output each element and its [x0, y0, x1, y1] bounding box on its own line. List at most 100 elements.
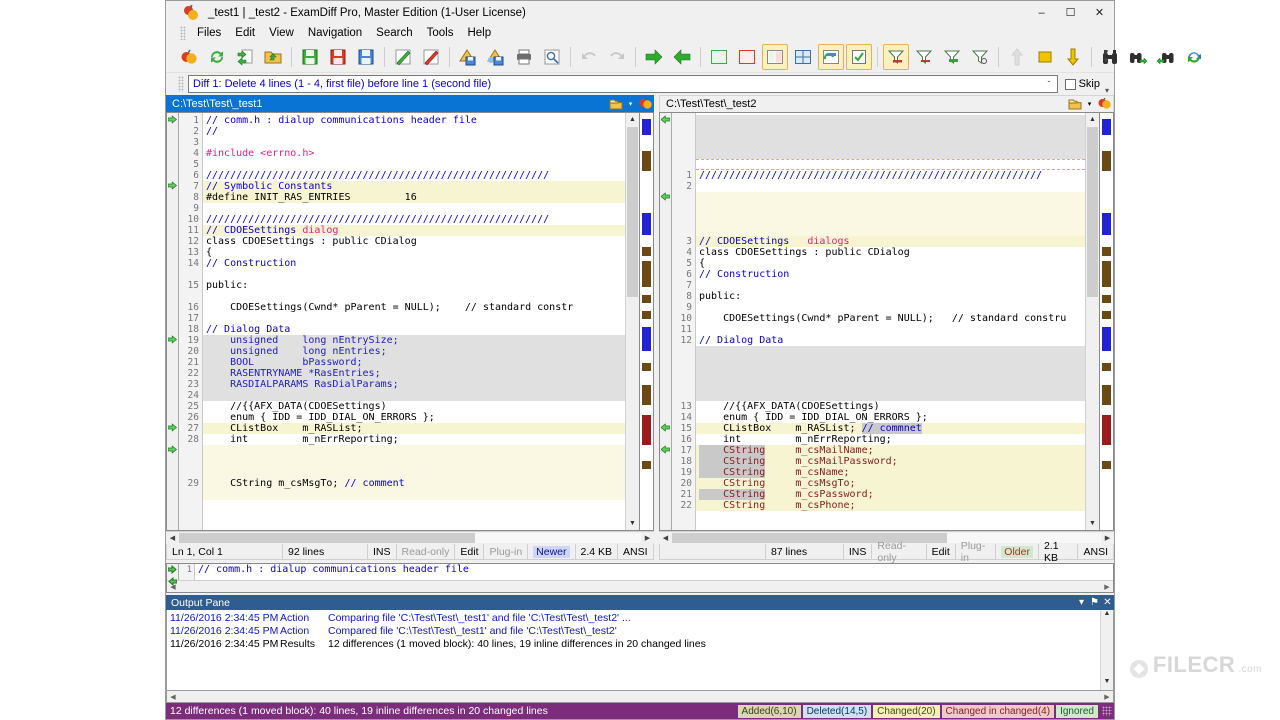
right-code-line[interactable]: enum { IDD = IDD_DIAL_ON_ERRORS }; — [696, 412, 1085, 423]
compare-files-icon[interactable] — [176, 44, 202, 70]
right-hscroll-left-icon[interactable]: ◀ — [659, 534, 672, 542]
right-code-line[interactable] — [696, 148, 1085, 159]
print-preview-icon[interactable] — [539, 44, 565, 70]
diff-map-marker[interactable] — [642, 363, 651, 371]
left-code-line[interactable]: // Construction — [203, 258, 625, 269]
left-code-line[interactable] — [203, 456, 625, 467]
right-diff-marks-gutter[interactable] — [660, 113, 672, 530]
left-code-line[interactable] — [203, 467, 625, 478]
left-code-line[interactable] — [203, 390, 625, 401]
diff-map-marker[interactable] — [1102, 119, 1111, 135]
right-scroll-up-icon[interactable]: ▲ — [1086, 113, 1099, 126]
resize-grip-icon[interactable] — [1102, 706, 1112, 716]
merge-hscroll-right-icon[interactable]: ▶ — [1101, 583, 1113, 591]
refresh-find-icon[interactable] — [1181, 44, 1207, 70]
left-pane-dropdown-icon[interactable]: ▾ — [625, 100, 636, 108]
left-edit-flag[interactable]: Edit — [455, 544, 484, 560]
view-left-only-icon[interactable] — [706, 44, 732, 70]
merge-marks-gutter[interactable] — [167, 564, 179, 580]
left-code-line[interactable]: BOOL bPassword; — [203, 357, 625, 368]
right-scroll-down-icon[interactable]: ▼ — [1086, 517, 1099, 530]
right-code-line[interactable] — [696, 302, 1085, 313]
right-code-line[interactable] — [696, 181, 1085, 192]
left-code-line[interactable]: RASENTRYNAME *RasEntries; — [203, 368, 625, 379]
diff-map-marker[interactable] — [1102, 327, 1111, 351]
copy-to-right-marker-icon[interactable] — [168, 335, 177, 344]
right-code-area[interactable]: ////////////////////////////////////////… — [696, 113, 1085, 530]
diff-map-marker[interactable] — [1102, 151, 1111, 171]
copy-to-left-marker-icon[interactable] — [661, 423, 670, 432]
left-code-line[interactable]: // comm.h : dialup communications header… — [203, 115, 625, 126]
left-code-line[interactable]: ////////////////////////////////////////… — [203, 170, 625, 181]
output-vertical-scrollbar[interactable]: ▲ ▼ — [1100, 610, 1113, 690]
copy-to-right-marker-icon[interactable] — [168, 115, 177, 124]
maximize-button[interactable]: ☐ — [1056, 1, 1085, 24]
copy-to-right-icon[interactable] — [641, 44, 667, 70]
right-pane-header[interactable]: C:\Test\Test\_test2 ▾ — [659, 95, 1114, 112]
diff-map-marker[interactable] — [642, 385, 651, 405]
left-code-line[interactable]: // — [203, 126, 625, 137]
skip-checkbox-wrap[interactable]: Skip — [1065, 78, 1100, 90]
swap-files-icon[interactable] — [232, 44, 258, 70]
copy-to-left-marker-icon[interactable] — [661, 115, 670, 124]
save-left-icon[interactable] — [297, 44, 323, 70]
right-code-line[interactable] — [696, 126, 1085, 137]
diff-map-marker[interactable] — [642, 119, 651, 135]
right-code-line[interactable] — [696, 357, 1085, 368]
left-vertical-scrollbar[interactable]: ▲ ▼ — [625, 113, 639, 530]
diff-map-marker[interactable] — [1102, 295, 1111, 303]
left-code-line[interactable] — [203, 269, 625, 280]
left-code-line[interactable] — [203, 159, 625, 170]
right-code-line[interactable] — [696, 203, 1085, 214]
diff-map-marker[interactable] — [642, 461, 651, 469]
menu-view[interactable]: View — [262, 26, 301, 40]
right-code-line[interactable]: CString m_csMailPassword; — [696, 456, 1085, 467]
menu-search[interactable]: Search — [369, 26, 419, 40]
filter-none-icon[interactable] — [967, 44, 993, 70]
open-file-icon-right[interactable] — [1066, 98, 1084, 110]
left-code-line[interactable] — [203, 489, 625, 500]
output-pin-icon[interactable]: ⚑ — [1088, 597, 1101, 608]
right-edit-flag[interactable]: Edit — [927, 544, 956, 560]
copy-to-left-icon[interactable] — [669, 44, 695, 70]
diff-map-marker[interactable] — [1102, 247, 1111, 256]
status-chip[interactable]: Deleted(14,5) — [803, 705, 872, 718]
diff-map-marker[interactable] — [642, 415, 651, 445]
view-side-by-side-icon[interactable] — [762, 44, 788, 70]
right-code-line[interactable] — [696, 214, 1085, 225]
output-scroll-up-icon[interactable]: ▲ — [1101, 610, 1113, 622]
right-code-line[interactable]: CString m_csPassword; — [696, 489, 1085, 500]
left-code-line[interactable]: unsigned long nEntrySize; — [203, 335, 625, 346]
view-right-only-icon[interactable] — [734, 44, 760, 70]
skip-checkbox[interactable] — [1065, 79, 1076, 90]
right-code-line[interactable]: CString m_csName; — [696, 467, 1085, 478]
left-code-area[interactable]: // comm.h : dialup communications header… — [203, 113, 625, 530]
diff-map-marker[interactable] — [642, 261, 651, 287]
diff-map-marker[interactable] — [642, 295, 651, 303]
status-chip[interactable]: Added(6,10) — [738, 705, 801, 718]
right-code-line[interactable] — [696, 225, 1085, 236]
find-next-icon[interactable] — [1125, 44, 1151, 70]
diff-map-marker[interactable] — [1102, 261, 1111, 287]
filter-changed-icon[interactable] — [883, 44, 909, 70]
right-code-line[interactable] — [696, 379, 1085, 390]
left-scroll-thumb[interactable] — [627, 127, 638, 297]
output-menu-icon[interactable]: ▾ — [1075, 597, 1088, 608]
left-code-line[interactable]: ////////////////////////////////////////… — [203, 214, 625, 225]
close-button[interactable]: ✕ — [1085, 1, 1114, 24]
right-code-line[interactable] — [696, 280, 1085, 291]
right-code-line[interactable]: CListBox m_RASList; // commnet — [696, 423, 1085, 434]
left-code-line[interactable]: // Dialog Data — [203, 324, 625, 335]
left-code-line[interactable]: //{{AFX_DATA(CDOESettings) — [203, 401, 625, 412]
open-file-icon[interactable] — [607, 98, 625, 110]
right-pane-dropdown-icon[interactable]: ▾ — [1084, 100, 1095, 108]
right-code-line[interactable]: CString m_csMailName; — [696, 445, 1085, 456]
left-code-line[interactable]: // CDOESettings dialog — [203, 225, 625, 236]
right-code-line[interactable]: { — [696, 258, 1085, 269]
diff-map-marker[interactable] — [642, 311, 651, 319]
right-code-line[interactable] — [696, 159, 1085, 170]
save-as-right-icon[interactable] — [483, 44, 509, 70]
right-code-line[interactable] — [696, 137, 1085, 148]
diff-map-marker[interactable] — [642, 213, 651, 235]
left-code-line[interactable]: class CDOESettings : public CDialog — [203, 236, 625, 247]
